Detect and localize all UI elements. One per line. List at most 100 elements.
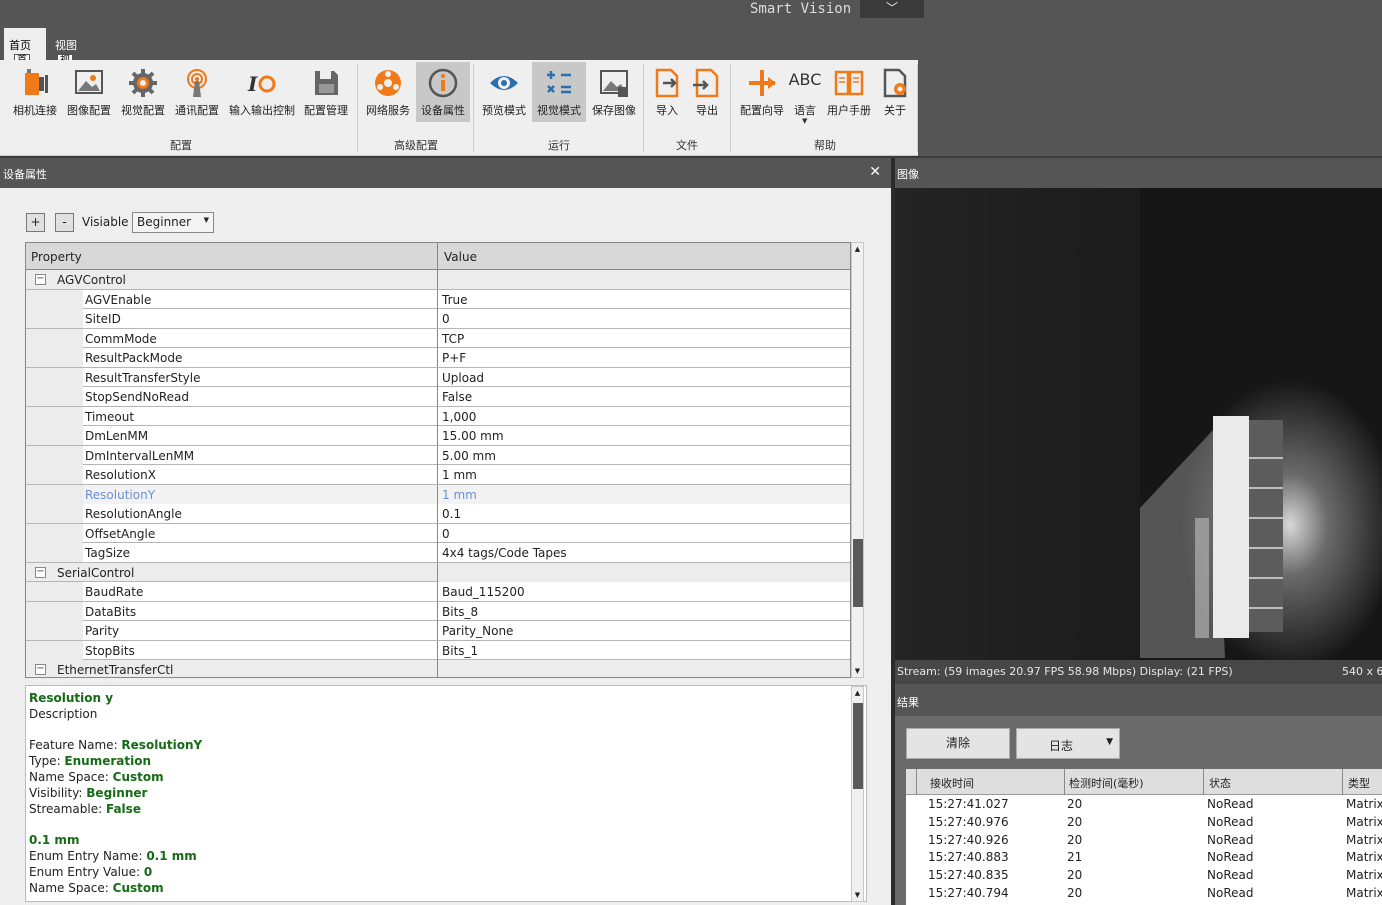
scroll-up-icon[interactable]: ▲	[852, 687, 863, 699]
result-row[interactable]: 15:27:40.835 20 NoRead Matrix	[906, 867, 1382, 885]
language-button[interactable]: ABC 语言 ▼	[789, 62, 822, 125]
property-grid-scrollbar[interactable]: ▲ ▼	[851, 242, 864, 678]
description-scrollbar[interactable]: ▲ ▼	[851, 686, 864, 902]
collapse-all-button[interactable]: -	[55, 213, 74, 232]
io-control-label: 输入输出控制	[229, 104, 295, 117]
property-row[interactable]: ResultPackMode P+F	[26, 348, 850, 368]
vision-mode-button[interactable]: 视觉模式	[532, 62, 586, 122]
property-row[interactable]: Timeout 1,000	[26, 406, 850, 426]
row-gutter	[26, 504, 83, 523]
result-status: NoRead	[1207, 797, 1254, 811]
about-icon	[879, 67, 911, 99]
preview-mode-button[interactable]: 预览模式	[478, 62, 530, 122]
property-value-cell[interactable]: 4x4 tags/Code Tapes	[437, 543, 850, 562]
property-row[interactable]: ResolutionY 1 mm	[26, 484, 850, 504]
property-row[interactable]: BaudRate Baud_115200	[26, 582, 850, 602]
property-row[interactable]: ResolutionX 1 mm	[26, 465, 850, 485]
property-row[interactable]: OffsetAngle 0	[26, 523, 850, 543]
visibility-select[interactable]: Beginner ▼	[132, 212, 214, 233]
property-row[interactable]: StopBits Bits_1	[26, 640, 850, 660]
property-row[interactable]: SiteID 0	[26, 309, 850, 329]
property-row[interactable]: DmLenMM 15.00 mm	[26, 426, 850, 446]
property-category-row[interactable]: − AGVControl	[26, 270, 850, 290]
property-value-cell[interactable]: 1,000	[437, 406, 850, 426]
property-value-cell[interactable]: 15.00 mm	[437, 426, 850, 445]
network-service-button[interactable]: 网络服务	[362, 62, 414, 122]
scroll-down-icon[interactable]: ▼	[852, 889, 863, 901]
wizard-icon	[746, 67, 778, 99]
property-value-cell[interactable]: 1 mm	[437, 484, 850, 504]
title-dropdown-button[interactable]: ﹀	[860, 0, 924, 18]
property-value-cell[interactable]: P+F	[437, 348, 850, 367]
property-name-cell: ResolutionAngle	[26, 504, 437, 523]
result-row[interactable]: 15:27:40.794 20 NoRead Matrix	[906, 885, 1382, 903]
property-name-cell: ResolutionY	[26, 484, 437, 504]
collapse-toggle-icon[interactable]: −	[35, 566, 46, 578]
config-manage-button[interactable]: 配置管理	[300, 62, 352, 122]
column-header-value: Value	[444, 250, 477, 264]
property-value: P+F	[442, 351, 467, 365]
property-row[interactable]: DataBits Bits_8	[26, 601, 850, 621]
expand-all-button[interactable]: +	[26, 213, 45, 232]
property-row[interactable]: AGVEnable True	[26, 289, 850, 309]
menu-tab-home[interactable]: 首页 首	[4, 28, 46, 67]
property-value-cell[interactable]: Baud_115200	[437, 582, 850, 601]
property-row[interactable]: DmIntervalLenMM 5.00 mm	[26, 445, 850, 465]
property-value-cell[interactable]: 5.00 mm	[437, 445, 850, 465]
property-row[interactable]: TagSize 4x4 tags/Code Tapes	[26, 543, 850, 563]
device-properties-button[interactable]: 设备属性	[416, 62, 470, 122]
property-value-cell[interactable]: True	[437, 289, 850, 309]
result-row[interactable]: 15:27:40.926 20 NoRead Matrix	[906, 832, 1382, 850]
property-value-cell[interactable]: 0	[437, 523, 850, 543]
scroll-up-icon[interactable]: ▲	[852, 243, 863, 255]
clear-button[interactable]: 清除	[906, 728, 1010, 759]
property-value-cell[interactable]: False	[437, 387, 850, 406]
log-select[interactable]: 日志 ▼	[1016, 728, 1120, 759]
image-config-label: 图像配置	[67, 104, 111, 117]
property-row[interactable]: StopSendNoRead False	[26, 387, 850, 407]
property-value-cell[interactable]: 1 mm	[437, 465, 850, 484]
collapse-toggle-icon[interactable]: −	[35, 274, 46, 285]
property-value-cell[interactable]: Bits_8	[437, 601, 850, 621]
calc-icon	[543, 67, 575, 99]
io-control-button[interactable]: I 输入输出控制	[226, 62, 298, 122]
result-row[interactable]: 15:27:41.027 20 NoRead Matrix	[906, 796, 1382, 814]
scrollbar-thumb[interactable]	[853, 703, 863, 789]
result-row[interactable]: 15:27:40.883 21 NoRead Matrix	[906, 849, 1382, 867]
property-value-cell[interactable]: Parity_None	[437, 621, 850, 640]
save-image-button[interactable]: 保存图像	[588, 62, 640, 122]
scrollbar-thumb[interactable]	[853, 539, 863, 607]
result-detect-time: 20	[1067, 868, 1083, 883]
save-image-label: 保存图像	[592, 104, 636, 117]
property-row[interactable]: ResolutionAngle 0.1	[26, 504, 850, 524]
vision-config-button[interactable]: 视觉配置	[118, 62, 168, 122]
comm-config-button[interactable]: 通讯配置	[172, 62, 222, 122]
scroll-down-icon[interactable]: ▼	[852, 665, 863, 677]
result-type: Matrix	[1346, 832, 1382, 847]
property-value-cell[interactable]: Upload	[437, 367, 850, 387]
image-config-button[interactable]: 图像配置	[64, 62, 114, 122]
camera-connect-button[interactable]: 相机连接	[8, 62, 62, 122]
eye-icon	[488, 67, 520, 99]
property-row[interactable]: CommMode TCP	[26, 328, 850, 348]
property-value-cell[interactable]: Bits_1	[437, 640, 850, 660]
camera-image-view[interactable]	[895, 188, 1382, 660]
close-icon[interactable]: ✕	[869, 164, 881, 180]
import-button[interactable]: 导入	[648, 62, 686, 122]
property-value-cell[interactable]: 0	[437, 309, 850, 328]
export-button[interactable]: 导出	[688, 62, 726, 122]
collapse-toggle-icon[interactable]: −	[35, 664, 46, 675]
menu-tab-view[interactable]: 视图 视	[50, 28, 90, 67]
property-category-row[interactable]: − SerialControl	[26, 562, 850, 582]
config-wizard-button[interactable]: 配置向导	[736, 62, 788, 122]
property-value-cell[interactable]: TCP	[437, 328, 850, 348]
row-gutter	[26, 367, 83, 387]
property-row[interactable]: ResultTransferStyle Upload	[26, 367, 850, 387]
property-row[interactable]: Parity Parity_None	[26, 621, 850, 641]
property-category-row[interactable]: − EthernetTransferCtl	[26, 660, 850, 677]
result-row[interactable]: 15:27:40.976 20 NoRead Matrix	[906, 814, 1382, 832]
about-button[interactable]: 关于	[876, 62, 914, 122]
property-value-cell[interactable]: 0.1	[437, 504, 850, 523]
ribbon-group-config: 配置	[170, 139, 192, 152]
user-manual-button[interactable]: 用户手册	[824, 62, 874, 122]
